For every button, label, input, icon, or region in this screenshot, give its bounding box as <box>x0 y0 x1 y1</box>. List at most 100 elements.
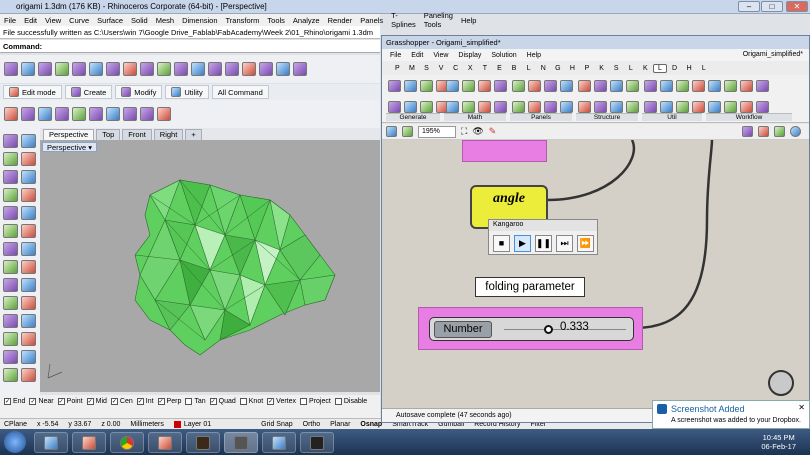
component-icon[interactable] <box>494 100 507 113</box>
gh-category-tab[interactable]: E <box>492 65 507 72</box>
tool-icon[interactable] <box>3 134 18 148</box>
tab-right[interactable]: Right <box>153 129 184 140</box>
menu-item[interactable]: File <box>4 16 16 25</box>
tool-icon[interactable] <box>21 134 36 148</box>
gh-category-tab[interactable]: H <box>682 65 697 72</box>
gh-category-tab[interactable]: M <box>405 65 420 72</box>
maximize-button[interactable]: □ <box>761 1 783 12</box>
toolbar-icon[interactable] <box>89 107 103 121</box>
gh-category-tab[interactable]: K <box>594 65 609 72</box>
gh-menu-item[interactable]: File <box>390 52 401 59</box>
layer-indicator[interactable]: Layer 01 <box>173 420 211 428</box>
component-icon[interactable] <box>404 100 417 113</box>
component-icon[interactable] <box>610 100 623 113</box>
component-icon[interactable] <box>544 80 557 92</box>
gh-category-tab[interactable]: G <box>551 65 566 72</box>
toolbar-icon[interactable] <box>4 107 18 121</box>
osnap-option[interactable]: Knot <box>239 398 263 405</box>
gh-category-tab[interactable]: P <box>390 65 405 72</box>
menu-item[interactable]: Edit <box>24 16 37 25</box>
gh-category-tab[interactable]: H <box>565 65 580 72</box>
component-icon[interactable] <box>528 100 541 113</box>
tab-edit-mode[interactable]: Edit mode <box>3 85 62 99</box>
tool-icon[interactable] <box>21 170 36 184</box>
toolbar-icon[interactable] <box>55 107 69 121</box>
taskbar-autocad[interactable] <box>300 432 334 453</box>
toolbar-icon[interactable] <box>140 62 154 76</box>
component-icon[interactable] <box>756 80 769 92</box>
component-icon[interactable] <box>404 80 417 92</box>
paint-icon[interactable]: ✎ <box>489 126 497 137</box>
gh-menu-item[interactable]: Help <box>527 52 541 59</box>
tool-icon[interactable] <box>3 260 18 274</box>
gh-category-tab[interactable]: P <box>580 65 595 72</box>
toolbar-icon[interactable] <box>208 62 222 76</box>
osnap-option[interactable]: ✓ Point <box>57 398 83 405</box>
tool-icon[interactable] <box>3 224 18 238</box>
osnap-option[interactable]: ✓ Vertex <box>267 398 296 405</box>
tool-icon[interactable] <box>21 224 36 238</box>
toolbar-icon[interactable] <box>72 107 86 121</box>
checkbox[interactable]: ✓ <box>267 398 275 405</box>
checkbox[interactable] <box>300 398 308 405</box>
toolbar-icon[interactable] <box>157 62 171 76</box>
menu-item[interactable]: Analyze <box>293 16 320 25</box>
gh-category-tab[interactable]: L <box>652 63 668 73</box>
open-icon[interactable] <box>386 126 397 137</box>
menu-item[interactable]: Paneling Tools <box>424 11 453 29</box>
command-line[interactable]: Command: <box>0 40 380 53</box>
component-icon[interactable] <box>388 100 401 113</box>
fast-forward-button[interactable]: ⏩ <box>577 235 594 252</box>
gh-document-name[interactable]: Origami_simplified* <box>743 51 803 58</box>
menu-item[interactable]: Tools <box>267 16 285 25</box>
osnap-option[interactable]: ✓ Quad <box>209 398 236 405</box>
checkbox[interactable]: ✓ <box>4 398 11 405</box>
toolbar-icon[interactable] <box>157 107 171 121</box>
component-icon[interactable] <box>446 80 459 92</box>
gh-category-tab[interactable]: X <box>463 65 478 72</box>
component-icon[interactable] <box>462 80 475 92</box>
osnap-option[interactable]: Tan <box>185 398 206 405</box>
tool-icon[interactable] <box>3 188 18 202</box>
gh-category-tab[interactable]: C <box>448 65 463 72</box>
step-button[interactable]: ⏭ <box>556 235 573 252</box>
osnap-option[interactable]: ✓ Mid <box>86 398 107 405</box>
menu-item[interactable]: Mesh <box>156 16 174 25</box>
tool-icon[interactable] <box>21 242 36 256</box>
component-icon[interactable] <box>756 100 769 113</box>
toolbar-icon[interactable] <box>191 62 205 76</box>
toolbar-icon[interactable] <box>293 62 307 76</box>
checkbox[interactable] <box>334 398 342 405</box>
taskbar-muse[interactable] <box>186 432 220 453</box>
toolbar-icon[interactable] <box>106 107 120 121</box>
component-icon[interactable] <box>724 80 737 92</box>
toolbar-icon[interactable] <box>38 107 52 121</box>
status-mode[interactable]: Grid Snap <box>261 421 293 428</box>
sphere-icon[interactable] <box>790 126 801 137</box>
menu-item[interactable]: Surface <box>97 16 123 25</box>
component-icon[interactable] <box>644 100 657 113</box>
units-label[interactable]: Millimeters <box>130 421 163 428</box>
component-icon[interactable] <box>626 100 639 113</box>
component-icon[interactable] <box>692 100 705 113</box>
tool-icon[interactable] <box>21 332 36 346</box>
taskbar-media-player[interactable] <box>148 432 182 453</box>
menu-item[interactable]: View <box>45 16 61 25</box>
gh-panel-label[interactable]: Util <box>642 113 702 121</box>
gh-category-tab[interactable]: T <box>478 65 493 72</box>
gh-category-tab[interactable]: S <box>419 65 434 72</box>
component-icon[interactable] <box>724 100 737 113</box>
toolbar-icon[interactable] <box>21 107 35 121</box>
component-icon[interactable] <box>478 100 491 113</box>
component-icon[interactable] <box>578 80 591 92</box>
component-icon[interactable] <box>560 100 573 113</box>
osnap-option[interactable]: ✓ Perp <box>157 398 181 405</box>
tool-icon[interactable] <box>3 278 18 292</box>
toolbar-icon[interactable] <box>140 107 154 121</box>
component-icon[interactable] <box>462 100 475 113</box>
system-clock[interactable]: 10:45 PM 06-Feb-17 <box>761 433 796 451</box>
gh-menu-item[interactable]: View <box>433 52 448 59</box>
tool-icon[interactable] <box>3 368 18 382</box>
gh-category-tab[interactable]: L <box>696 65 711 72</box>
cplane-label[interactable]: CPlane <box>4 421 27 428</box>
